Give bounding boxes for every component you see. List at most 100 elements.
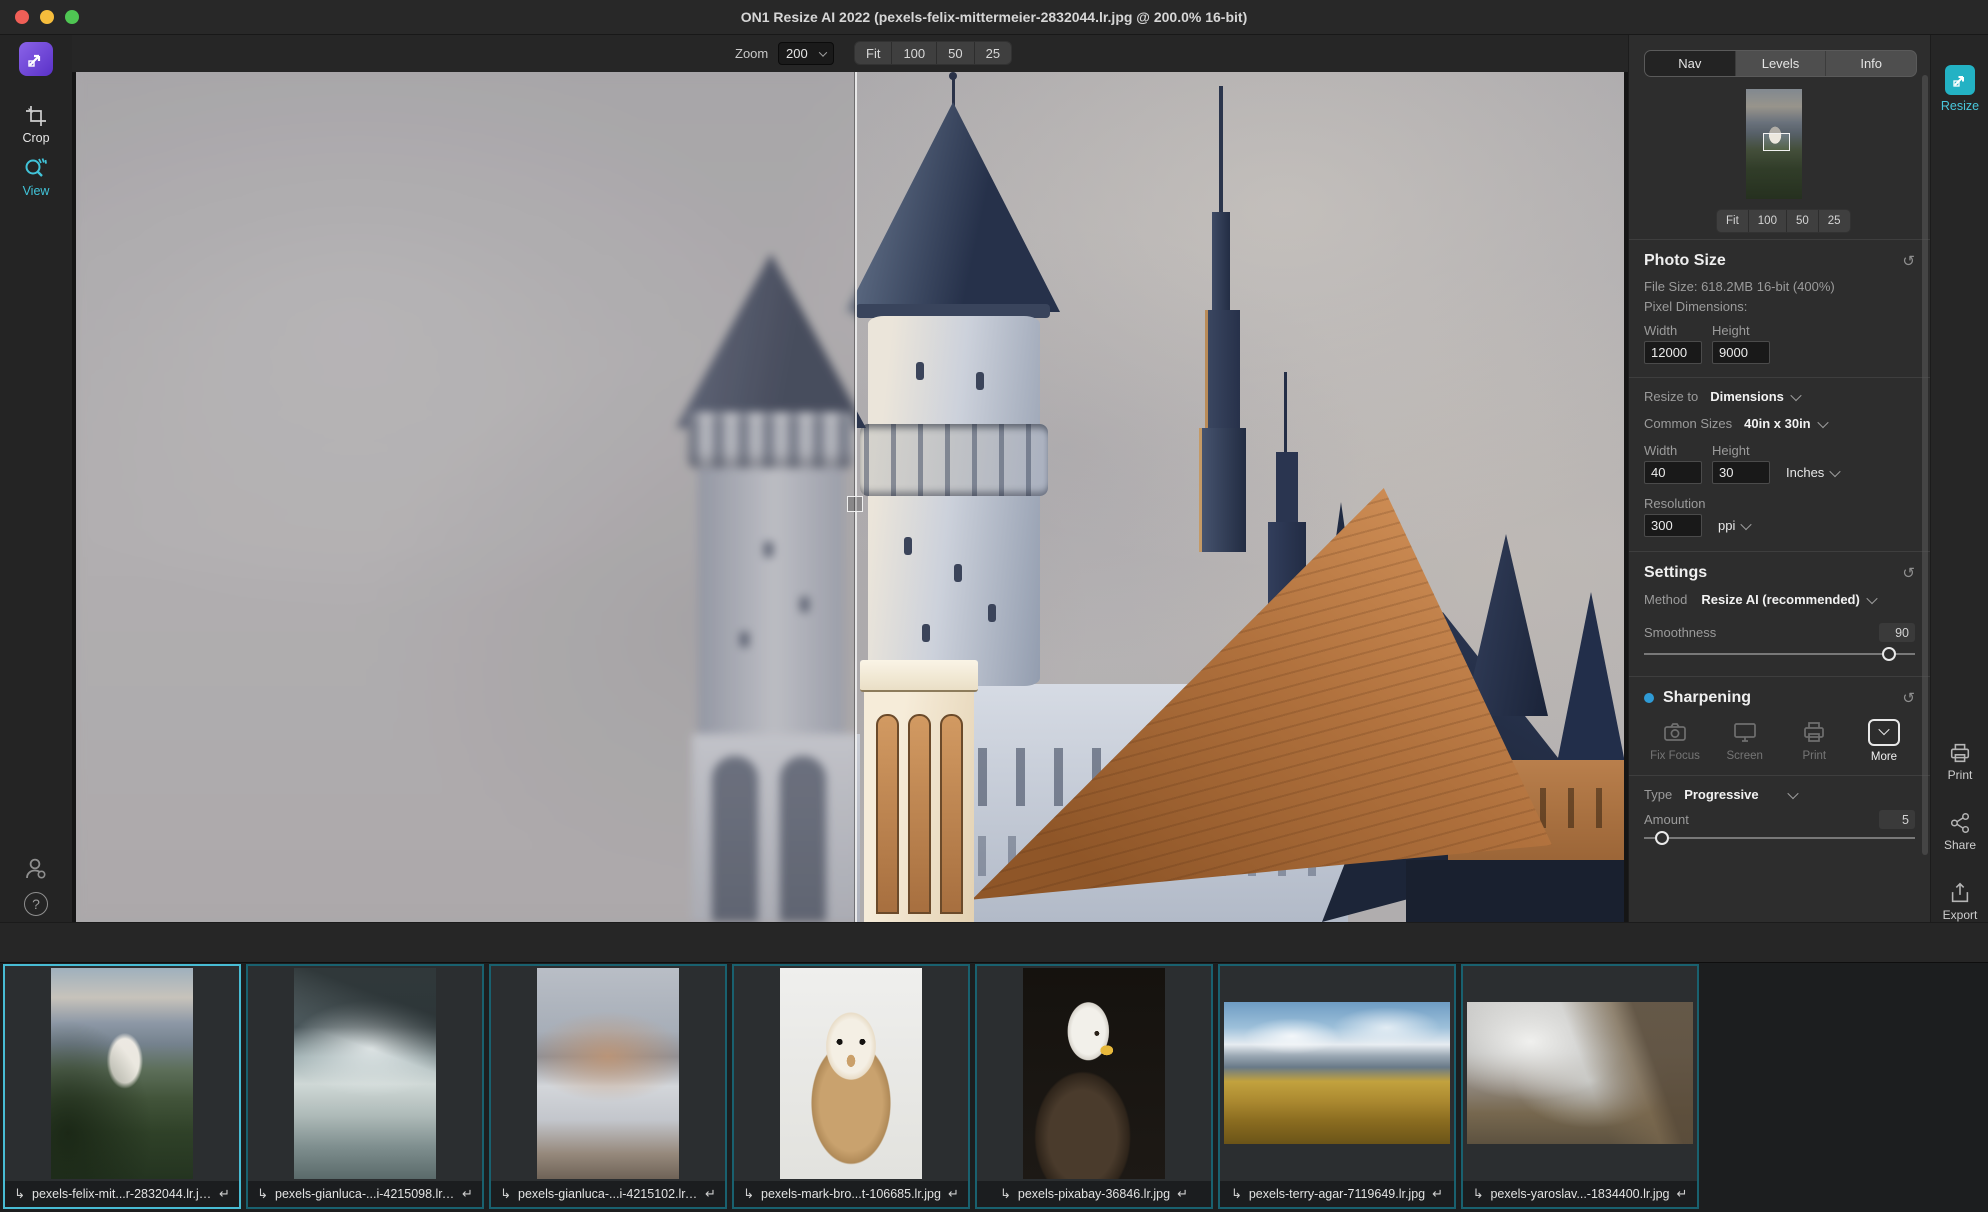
pixel-height-field[interactable]: 9000 — [1712, 341, 1770, 364]
doc-height-field[interactable]: 30 — [1712, 461, 1770, 484]
navigator-preview[interactable] — [1746, 89, 1802, 199]
enter-icon[interactable]: ↵ — [1432, 1186, 1443, 1202]
after-pane[interactable] — [856, 72, 1624, 922]
navigator-view-rect[interactable] — [1763, 133, 1790, 151]
tab-info[interactable]: Info — [1826, 51, 1916, 76]
doc-width-field[interactable]: 40 — [1644, 461, 1702, 484]
thumbnail-image — [780, 968, 922, 1179]
units-value: Inches — [1786, 465, 1824, 480]
sharpening-enable-toggle[interactable] — [1644, 693, 1654, 703]
units-dropdown[interactable]: Inches — [1786, 465, 1839, 480]
thumbnail-image — [1224, 1002, 1450, 1144]
account-button[interactable] — [0, 856, 72, 882]
thumbnail-image — [294, 968, 436, 1179]
sharpening-title: Sharpening — [1663, 689, 1751, 707]
enter-icon[interactable]: ↵ — [948, 1186, 959, 1202]
smoothness-slider-thumb[interactable] — [1882, 647, 1896, 661]
type-label: Type — [1644, 787, 1672, 802]
thumbnail-image — [1467, 1002, 1693, 1144]
type-dropdown[interactable]: Progressive — [1684, 787, 1796, 802]
method-dropdown[interactable]: Resize AI (recommended) — [1701, 592, 1875, 607]
resolution-units-dropdown[interactable]: ppi — [1718, 518, 1750, 533]
resize-module-label: Resize — [1931, 99, 1988, 113]
zoom-preset-fit[interactable]: Fit — [855, 42, 892, 64]
filmstrip-item[interactable]: ↳pexels-mark-bro...t-106685.lr.jpg↵ — [732, 964, 970, 1209]
type-value: Progressive — [1684, 787, 1758, 802]
before-pane[interactable] — [76, 72, 856, 922]
smoothness-slider[interactable] — [1644, 647, 1915, 661]
zoom-preset-50[interactable]: 50 — [937, 42, 974, 64]
enter-icon[interactable]: ↵ — [462, 1186, 473, 1202]
tab-nav[interactable]: Nav — [1645, 51, 1736, 76]
view-tool-button[interactable]: View — [0, 155, 72, 198]
settings-reset-icon[interactable]: ↺ — [1902, 566, 1915, 581]
help-icon: ? — [24, 892, 48, 916]
print-button[interactable]: Print — [1931, 741, 1988, 782]
smoothness-value[interactable]: 90 — [1879, 623, 1915, 642]
zoom-toolbar: Zoom 200 Fit 100 50 25 — [72, 35, 1628, 72]
image-preview[interactable] — [76, 72, 1624, 922]
enter-icon[interactable]: ↵ — [219, 1186, 230, 1202]
filmstrip-item[interactable]: ↳pexels-gianluca-...i-4215102.lr.jpg↵ — [489, 964, 727, 1209]
settings-title: Settings — [1644, 564, 1707, 582]
screen-button[interactable]: Screen — [1714, 719, 1776, 763]
pixel-dimensions-label: Pixel Dimensions: — [1644, 299, 1915, 314]
view-icon — [23, 155, 49, 181]
zoom-preset-25[interactable]: 25 — [975, 42, 1011, 64]
nav-preset-100[interactable]: 100 — [1749, 210, 1787, 232]
resize-module-button[interactable]: Resize — [1931, 65, 1988, 113]
chevron-down-icon — [1787, 787, 1798, 798]
enter-icon[interactable]: ↵ — [1677, 1186, 1688, 1202]
print-icon — [1948, 741, 1972, 765]
zoom-dropdown[interactable]: 200 — [778, 42, 834, 65]
export-button[interactable]: Export — [1931, 881, 1988, 922]
help-button[interactable]: ? — [0, 892, 72, 916]
common-sizes-dropdown[interactable]: 40in x 30in — [1744, 416, 1826, 431]
nav-preset-50[interactable]: 50 — [1787, 210, 1819, 232]
share-icon — [1948, 811, 1972, 835]
panel-tab-group: Nav Levels Info — [1644, 50, 1917, 77]
filmstrip-item[interactable]: ↳pexels-pixabay-36846.lr.jpg↵ — [975, 964, 1213, 1209]
printer-icon — [1801, 719, 1827, 745]
enter-icon[interactable]: ↵ — [705, 1186, 716, 1202]
sharpening-reset-icon[interactable]: ↺ — [1902, 691, 1915, 706]
method-value: Resize AI (recommended) — [1701, 592, 1859, 607]
tab-levels[interactable]: Levels — [1736, 51, 1827, 76]
filmstrip-item[interactable]: ↳pexels-gianluca-...i-4215098.lr.jpg↵ — [246, 964, 484, 1209]
compare-split-handle[interactable] — [847, 496, 863, 512]
nav-preset-25[interactable]: 25 — [1819, 210, 1850, 232]
nav-preset-fit[interactable]: Fit — [1717, 210, 1749, 232]
file-size-text: File Size: 618.2MB 16-bit (400%) — [1644, 279, 1915, 294]
chevron-down-icon — [819, 48, 827, 56]
filmstrip-item[interactable]: ↳pexels-felix-mit...r-2832044.lr.jpg↵ — [3, 964, 241, 1209]
zoom-preset-100[interactable]: 100 — [892, 42, 937, 64]
more-button[interactable]: More — [1853, 719, 1915, 763]
amount-slider-thumb[interactable] — [1655, 831, 1669, 845]
photo-size-reset-icon[interactable]: ↺ — [1902, 254, 1915, 269]
resize-icon — [1945, 65, 1975, 95]
navigator-zoom-presets: Fit 100 50 25 — [1716, 209, 1851, 233]
panel-scrollbar[interactable] — [1922, 75, 1928, 855]
doc-width-label: Width — [1644, 443, 1702, 458]
filmstrip-item[interactable]: ↳pexels-yaroslav...-1834400.lr.jpg↵ — [1461, 964, 1699, 1209]
share-button[interactable]: Share — [1931, 811, 1988, 852]
thumbnail-image — [1023, 968, 1165, 1179]
pixel-width-field[interactable]: 12000 — [1644, 341, 1702, 364]
amount-value[interactable]: 5 — [1879, 810, 1915, 829]
thumbnail-image — [537, 968, 679, 1179]
fix-focus-button[interactable]: Fix Focus — [1644, 719, 1706, 763]
navigator: Fit 100 50 25 — [1629, 87, 1930, 239]
resolution-field[interactable]: 300 — [1644, 514, 1702, 537]
filename-label: pexels-terry-agar-7119649.lr.jpg — [1249, 1187, 1425, 1201]
filmstrip-item[interactable]: ↳pexels-terry-agar-7119649.lr.jpg↵ — [1218, 964, 1456, 1209]
filename-label: pexels-gianluca-...i-4215102.lr.jpg — [518, 1187, 698, 1201]
resize-to-dropdown[interactable]: Dimensions — [1710, 389, 1800, 404]
amount-slider[interactable] — [1644, 831, 1915, 845]
print-sharpen-button[interactable]: Print — [1783, 719, 1845, 763]
crop-tool-button[interactable]: Crop — [0, 104, 72, 145]
photo-size-section: Photo Size ↺ File Size: 618.2MB 16-bit (… — [1629, 239, 1930, 551]
resolution-units-value: ppi — [1718, 518, 1735, 533]
screen-label: Screen — [1714, 750, 1776, 762]
enter-icon[interactable]: ↵ — [1177, 1186, 1188, 1202]
chevron-down-icon — [1790, 389, 1801, 400]
